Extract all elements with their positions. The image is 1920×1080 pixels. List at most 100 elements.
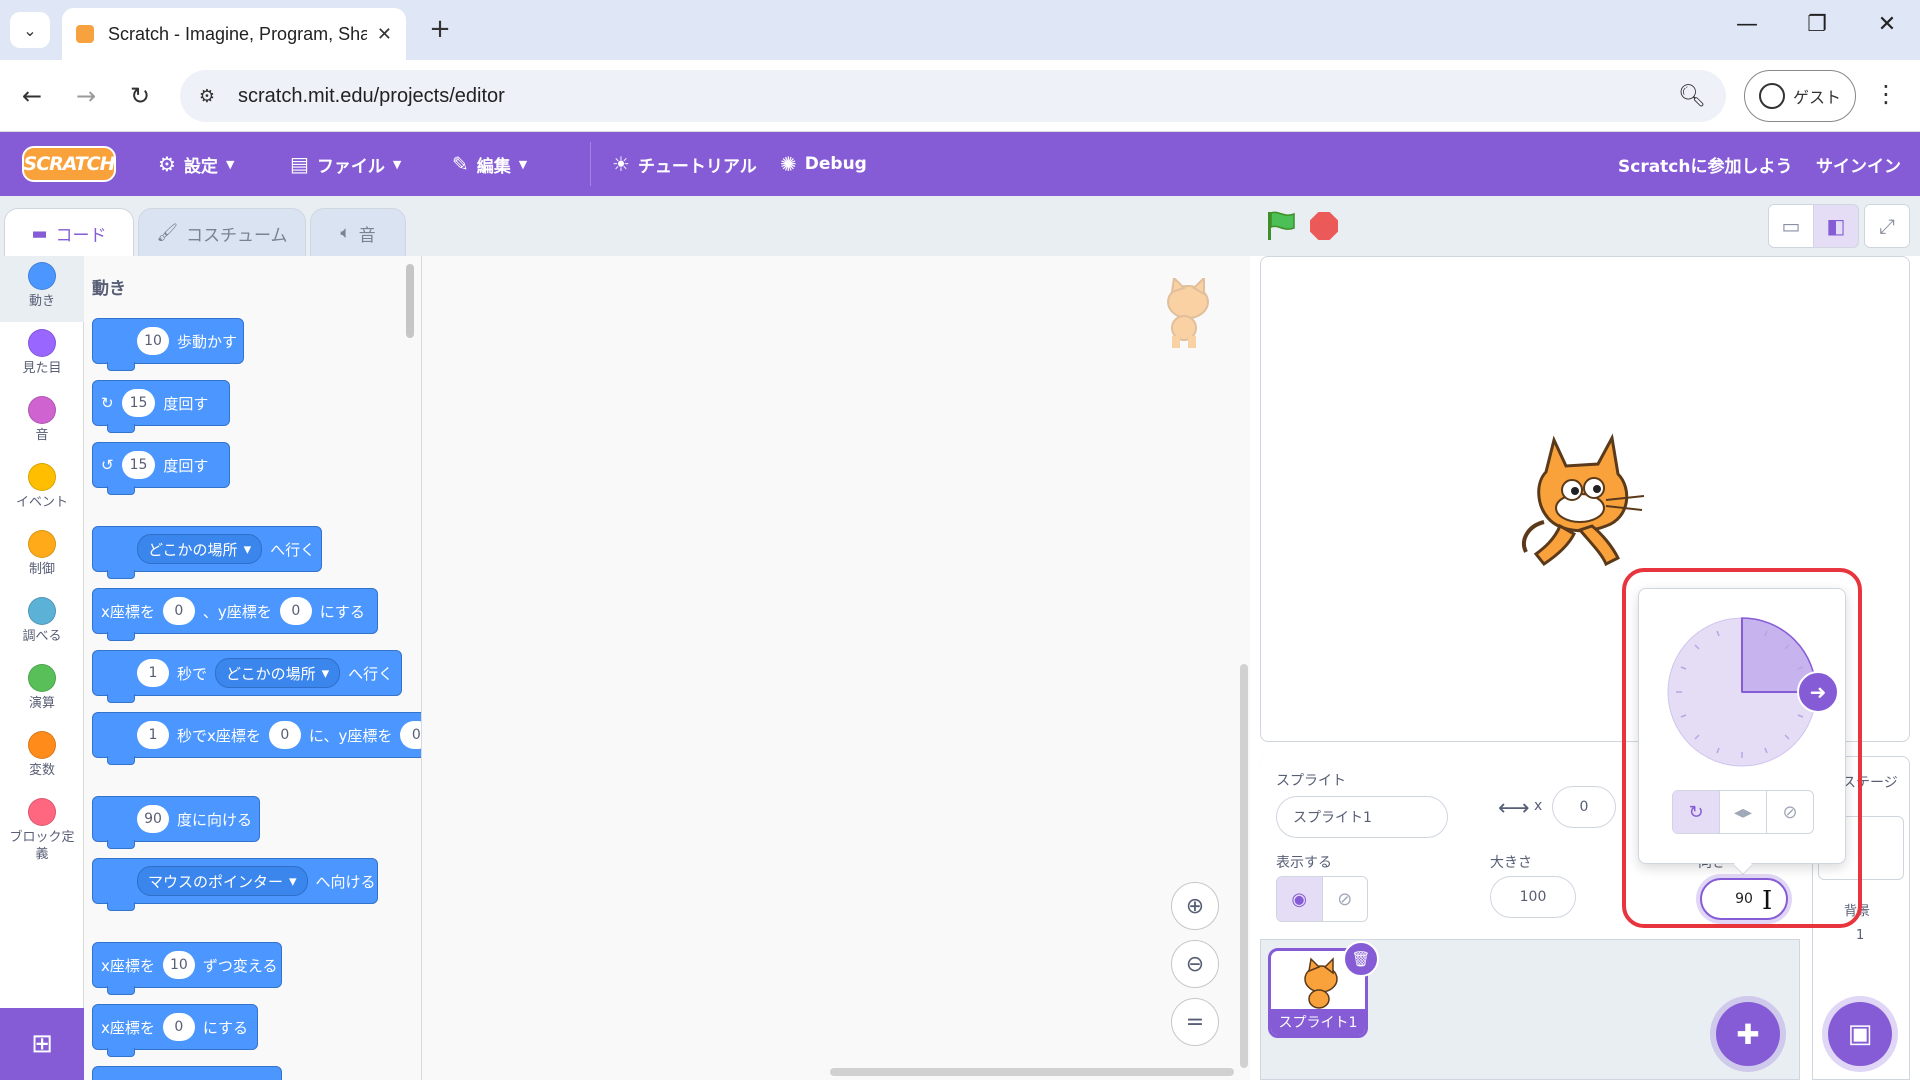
tab-search-button[interactable]: ⌄ (10, 12, 50, 48)
block-input[interactable]: 1 (137, 659, 169, 687)
edit-menu[interactable]: ✎ 編集 ▼ (452, 132, 527, 196)
choose-sprite-button[interactable]: ✚ (1716, 1002, 1780, 1066)
looks-dot-icon (28, 329, 56, 357)
block-glide-to[interactable]: 1 秒で どこかの場所 ▾ へ行く (92, 650, 402, 703)
choose-backdrop-button[interactable]: ▣ (1828, 1002, 1892, 1066)
block-turn-right[interactable]: ↻ 15 度回す (92, 380, 230, 433)
debug-menu[interactable]: ✺ Debug (780, 132, 867, 196)
block-text: x座標を (101, 602, 155, 621)
normal-stage-button[interactable]: ◧ (1813, 204, 1859, 248)
back-button[interactable]: ← (16, 80, 48, 112)
block-glide-xy[interactable]: 1 秒でx座標を 0 に、y座標を 0 (92, 712, 421, 765)
small-stage-icon: ▭ (1781, 214, 1801, 238)
join-scratch-link[interactable]: Scratchに参加しよう (1618, 132, 1792, 196)
hide-sprite-button[interactable]: ⊘ (1323, 877, 1368, 921)
block-move-steps[interactable]: 10 歩動かす (92, 318, 244, 371)
block-point-direction[interactable]: 90 度に向ける (92, 796, 260, 849)
show-sprite-button[interactable]: ◉ (1277, 877, 1323, 921)
zoom-reset-button[interactable]: = (1171, 998, 1219, 1046)
category-label: イベント (15, 495, 68, 510)
tab-costumes[interactable]: 🖌︎ コスチューム (138, 208, 306, 258)
profile-button[interactable]: ゲスト (1744, 70, 1856, 122)
add-extension-button[interactable]: ⊞ (0, 1008, 84, 1080)
address-bar[interactable]: ⚙ scratch.mit.edu/projects/editor 🔍︎ (180, 70, 1726, 122)
forward-button[interactable]: → (70, 80, 102, 112)
category-control[interactable]: 制御 (0, 524, 84, 590)
zoom-icon[interactable]: 🔍︎ (1672, 84, 1712, 109)
block-input[interactable]: 10 (162, 951, 195, 979)
block-input[interactable]: 0 (162, 597, 195, 625)
block-input[interactable]: 0 (268, 721, 301, 749)
block-input[interactable]: 1 (137, 721, 169, 749)
settings-menu[interactable]: ⚙ 設定 ▼ (158, 132, 234, 196)
block-partial[interactable] (92, 1066, 282, 1080)
tutorials-menu[interactable]: ☀ チュートリアル (612, 132, 757, 196)
browser-menu-icon[interactable]: ⋮ (1872, 80, 1900, 108)
glide-dropdown[interactable]: どこかの場所 ▾ (215, 658, 341, 688)
close-window-button[interactable]: ✕ (1867, 12, 1907, 37)
category-events[interactable]: イベント (0, 457, 84, 523)
green-flag-button[interactable] (1266, 210, 1296, 242)
tab-sounds[interactable]: 🔈︎ 音 (310, 208, 406, 258)
palette-scrollbar[interactable] (406, 264, 414, 338)
restore-button[interactable]: ❐ (1797, 12, 1837, 37)
point-towards-dropdown[interactable]: マウスのポインター ▾ (137, 866, 308, 896)
zoom-in-button[interactable]: ⊕ (1171, 882, 1219, 930)
block-input[interactable]: 0 (400, 721, 421, 749)
block-change-x[interactable]: x座標を 10 ずつ変える (92, 942, 282, 995)
goto-dropdown[interactable]: どこかの場所 ▾ (137, 534, 263, 564)
block-input[interactable]: 10 (137, 327, 169, 355)
gear-icon: ⚙ (158, 152, 176, 176)
block-input[interactable]: 15 (121, 451, 156, 479)
browser-tab[interactable]: Scratch - Imagine, Program, Sha ✕ (62, 8, 406, 60)
site-info-icon[interactable]: ⚙ (190, 79, 224, 113)
category-looks[interactable]: 見た目 (0, 323, 84, 389)
cat-sprite[interactable] (1514, 430, 1654, 576)
script-workspace[interactable] (422, 256, 1250, 1080)
rotate-left-icon: ↺ (101, 456, 114, 474)
category-variables[interactable]: 変数 (0, 725, 84, 791)
zoom-out-button[interactable]: ⊖ (1171, 940, 1219, 988)
trash-icon: 🗑︎ (1351, 950, 1371, 968)
new-tab-button[interactable]: + (424, 14, 456, 44)
file-menu[interactable]: ▤ ファイル ▼ (290, 132, 401, 196)
block-set-x[interactable]: x座標を 0 にする (92, 1004, 258, 1057)
category-sensing[interactable]: 調べる (0, 591, 84, 657)
image-plus-icon: ▣ (1847, 1019, 1873, 1049)
x-position-input[interactable]: 0 (1552, 786, 1616, 828)
workspace-vertical-scrollbar[interactable] (1240, 664, 1248, 1068)
block-input[interactable]: 0 (279, 597, 312, 625)
url-text[interactable]: scratch.mit.edu/projects/editor (238, 85, 1672, 108)
tab-close-icon[interactable]: ✕ (377, 24, 392, 45)
workspace-horizontal-scrollbar[interactable] (830, 1068, 1234, 1076)
category-sound[interactable]: 音 (0, 390, 84, 456)
block-text: へ行く (270, 540, 316, 559)
reload-button[interactable]: ↻ (124, 80, 156, 112)
code-icon: ▬ (31, 223, 48, 244)
category-my-blocks[interactable]: ブロック定義 (0, 792, 84, 876)
sprite-name-input[interactable]: スプライト1 (1276, 796, 1448, 838)
block-text: にする (319, 602, 365, 621)
category-motion[interactable]: 動き (0, 256, 84, 322)
block-input[interactable]: 90 (137, 805, 169, 833)
size-input[interactable]: 100 (1490, 876, 1576, 918)
block-turn-left[interactable]: ↺ 15 度回す (92, 442, 230, 495)
block-input[interactable]: 15 (121, 389, 156, 417)
scratch-logo[interactable]: SCRATCH (22, 146, 116, 182)
block-point-towards[interactable]: マウスのポインター ▾ へ向ける (92, 858, 378, 911)
delete-sprite-button[interactable]: 🗑︎ (1343, 941, 1379, 977)
category-operators[interactable]: 演算 (0, 658, 84, 724)
block-input[interactable]: 0 (162, 1013, 195, 1041)
block-text: にする (202, 1018, 249, 1037)
block-text: x座標を (101, 956, 155, 975)
block-goto-xy[interactable]: x座標を 0 、y座標を 0 にする (92, 588, 378, 641)
small-stage-button[interactable]: ▭ (1768, 204, 1814, 248)
tab-code[interactable]: ▬ コード (4, 208, 134, 258)
minimize-button[interactable]: — (1727, 12, 1767, 37)
backdrops-count: 1 (1856, 928, 1865, 943)
fullscreen-button[interactable]: ⤢ (1864, 204, 1910, 248)
profile-icon (1758, 83, 1785, 109)
control-dot-icon (28, 530, 56, 558)
signin-link[interactable]: サインイン (1816, 132, 1901, 196)
block-goto[interactable]: どこかの場所 ▾ へ行く (92, 526, 322, 579)
